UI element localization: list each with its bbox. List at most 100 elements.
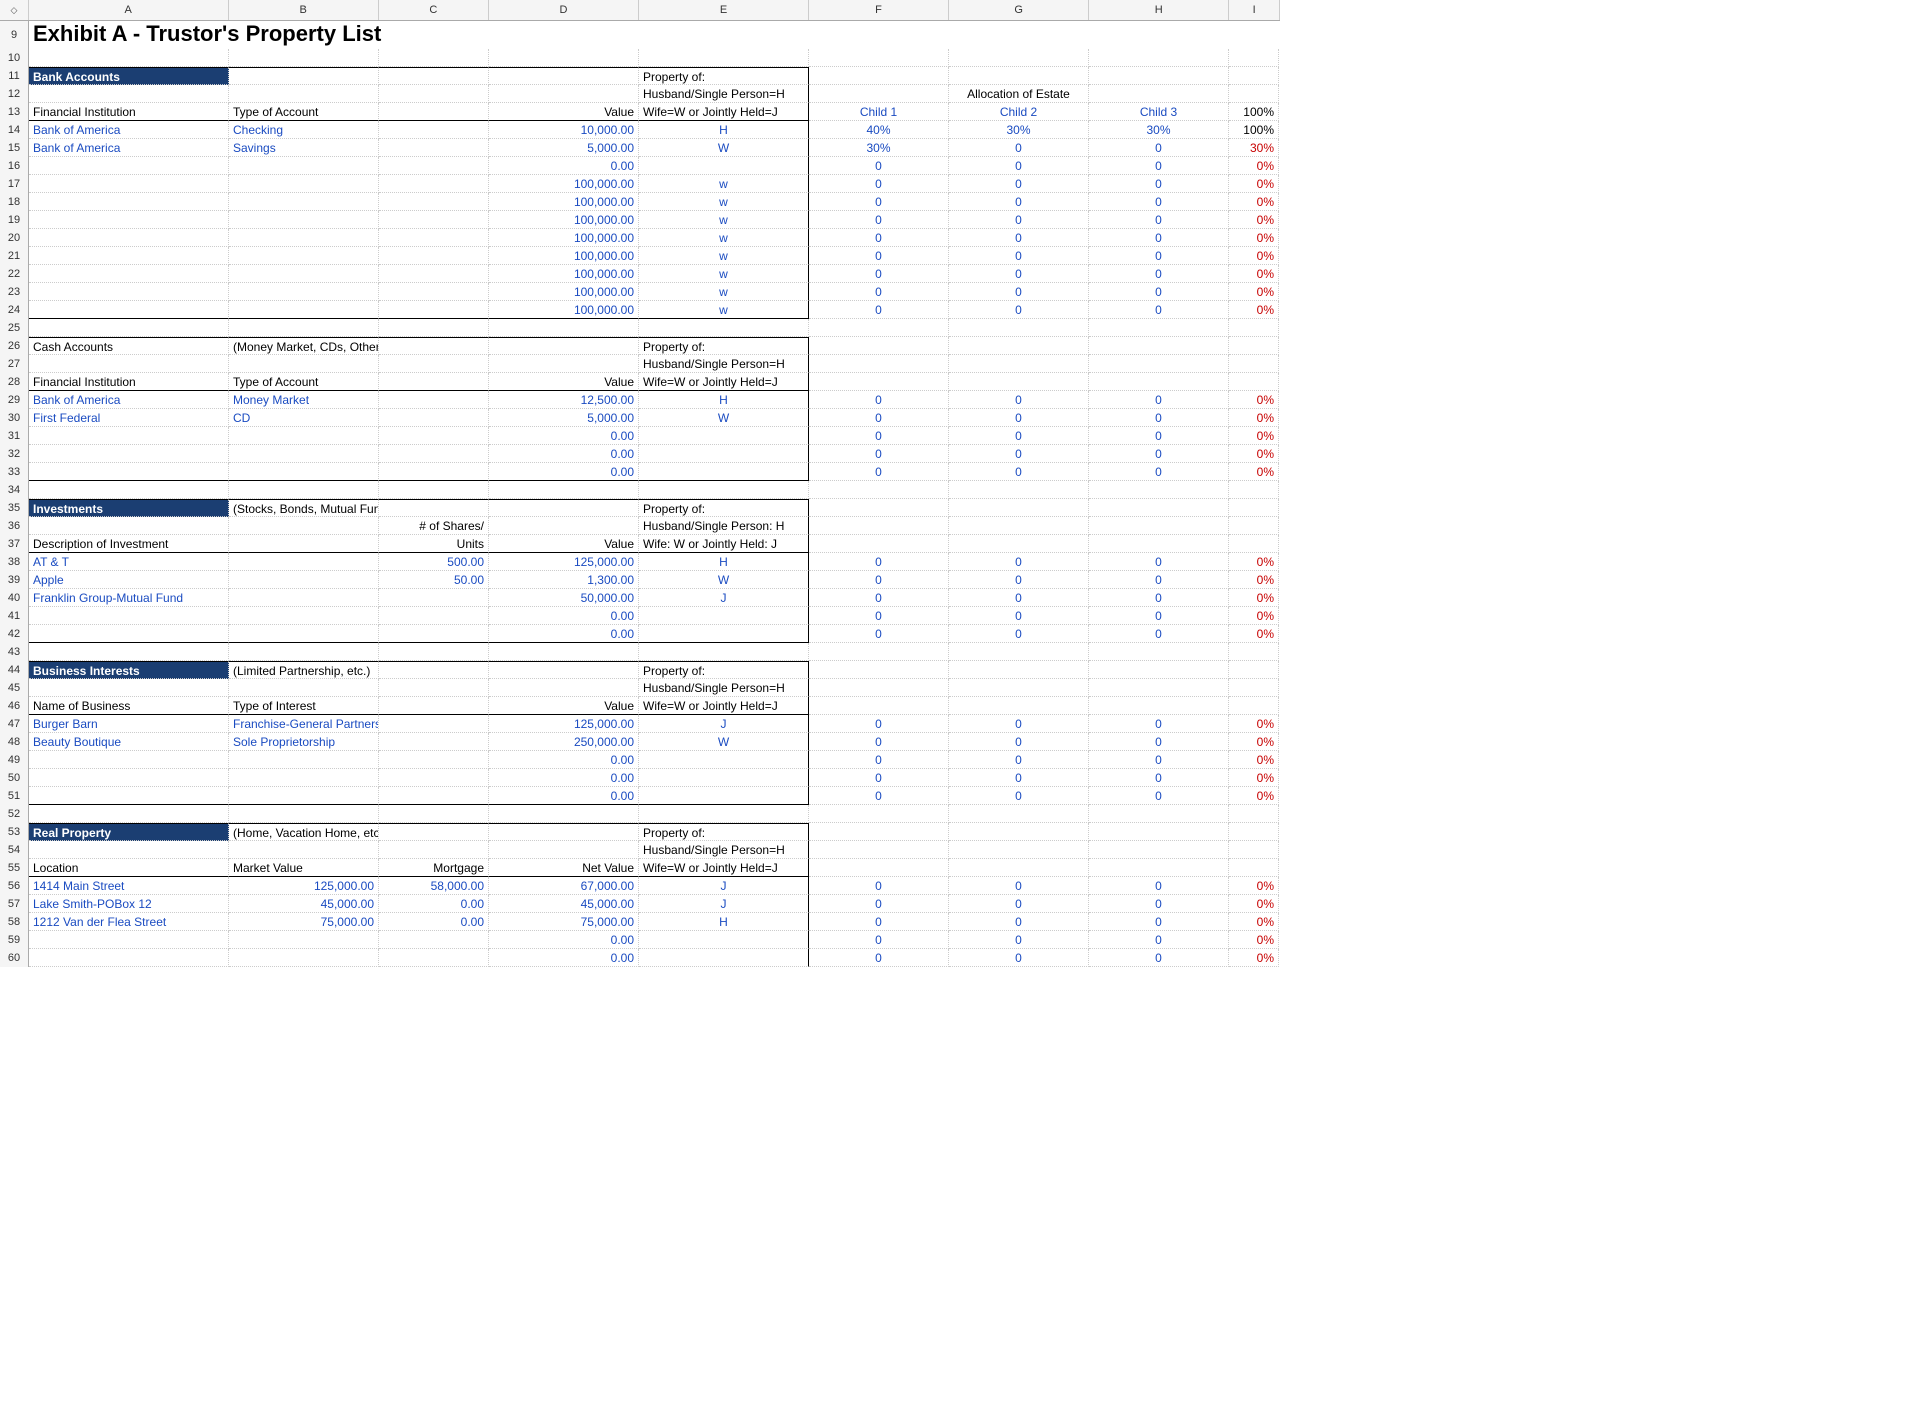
inv-child3[interactable]: 0 bbox=[1089, 589, 1229, 607]
inv-child2[interactable]: 0 bbox=[949, 571, 1089, 589]
biz-total[interactable]: 0% bbox=[1229, 787, 1279, 805]
biz-type[interactable] bbox=[229, 787, 379, 805]
real-child3[interactable]: 0 bbox=[1089, 913, 1229, 931]
row-header[interactable]: 54 bbox=[0, 841, 29, 859]
inv-total[interactable]: 0% bbox=[1229, 553, 1279, 571]
inv-shares[interactable]: 500.00 bbox=[379, 553, 489, 571]
row-header[interactable]: 11 bbox=[0, 67, 29, 85]
bank-child1[interactable]: 0 bbox=[809, 211, 949, 229]
cell[interactable] bbox=[29, 355, 229, 373]
inv-child1[interactable]: 0 bbox=[809, 589, 949, 607]
biz-property-of[interactable] bbox=[639, 787, 809, 805]
cell[interactable] bbox=[1229, 355, 1279, 373]
cell[interactable] bbox=[489, 67, 639, 85]
cell[interactable] bbox=[229, 85, 379, 103]
cell[interactable] bbox=[489, 823, 639, 841]
bank-property-of[interactable]: w bbox=[639, 247, 809, 265]
real-market[interactable]: 75,000.00 bbox=[229, 913, 379, 931]
bank-child2[interactable]: 0 bbox=[949, 211, 1089, 229]
real-property-of[interactable]: H bbox=[639, 913, 809, 931]
bank-property-of[interactable]: W bbox=[639, 139, 809, 157]
cell[interactable] bbox=[949, 337, 1089, 355]
cell[interactable] bbox=[229, 535, 379, 553]
cash-type[interactable] bbox=[229, 463, 379, 481]
cell[interactable] bbox=[809, 373, 949, 391]
cell[interactable] bbox=[809, 85, 949, 103]
cell[interactable] bbox=[1089, 805, 1229, 823]
biz-value[interactable]: 250,000.00 bbox=[489, 733, 639, 751]
cell[interactable] bbox=[29, 49, 229, 67]
cash-child1[interactable]: 0 bbox=[809, 445, 949, 463]
cash-property-of[interactable]: H bbox=[639, 391, 809, 409]
cell[interactable] bbox=[1089, 859, 1229, 877]
bank-total[interactable]: 0% bbox=[1229, 301, 1279, 319]
inv-total[interactable]: 0% bbox=[1229, 607, 1279, 625]
bank-property-of[interactable]: w bbox=[639, 265, 809, 283]
bank-type[interactable] bbox=[229, 247, 379, 265]
cell[interactable] bbox=[489, 481, 639, 499]
cell[interactable] bbox=[489, 517, 639, 535]
cell[interactable] bbox=[379, 337, 489, 355]
bank-institution[interactable] bbox=[29, 247, 229, 265]
cell[interactable] bbox=[949, 859, 1089, 877]
bank-child2[interactable]: 0 bbox=[949, 283, 1089, 301]
bank-child1[interactable]: 40% bbox=[809, 121, 949, 139]
bank-property-of[interactable]: w bbox=[639, 301, 809, 319]
bank-child1[interactable]: 0 bbox=[809, 247, 949, 265]
cell[interactable] bbox=[379, 355, 489, 373]
section-header-business[interactable]: Business Interests bbox=[29, 661, 229, 679]
cell[interactable] bbox=[229, 67, 379, 85]
bank-property-of[interactable] bbox=[639, 157, 809, 175]
cell[interactable] bbox=[1229, 481, 1279, 499]
bank-property-of[interactable]: H bbox=[639, 121, 809, 139]
inv-description[interactable]: AT & T bbox=[29, 553, 229, 571]
bank-child2[interactable]: 0 bbox=[949, 301, 1089, 319]
cell[interactable] bbox=[809, 679, 949, 697]
biz-name[interactable] bbox=[29, 787, 229, 805]
cash-value[interactable]: 5,000.00 bbox=[489, 409, 639, 427]
cell[interactable] bbox=[489, 319, 639, 337]
real-market[interactable]: 45,000.00 bbox=[229, 895, 379, 913]
row-header[interactable]: 38 bbox=[0, 553, 29, 571]
inv-shares[interactable] bbox=[379, 607, 489, 625]
row-header[interactable]: 42 bbox=[0, 625, 29, 643]
real-mortgage[interactable]: 0.00 bbox=[379, 895, 489, 913]
cash-property-of[interactable] bbox=[639, 463, 809, 481]
cash-institution[interactable] bbox=[29, 427, 229, 445]
real-net[interactable]: 75,000.00 bbox=[489, 913, 639, 931]
bank-value[interactable]: 100,000.00 bbox=[489, 211, 639, 229]
cash-child3[interactable]: 0 bbox=[1089, 445, 1229, 463]
cell[interactable] bbox=[489, 355, 639, 373]
section-header-bank[interactable]: Bank Accounts bbox=[29, 67, 229, 85]
cell[interactable] bbox=[229, 805, 379, 823]
bank-value[interactable]: 0.00 bbox=[489, 157, 639, 175]
biz-value[interactable]: 0.00 bbox=[489, 769, 639, 787]
cash-child2[interactable]: 0 bbox=[949, 427, 1089, 445]
cell[interactable] bbox=[379, 463, 489, 481]
row-header[interactable]: 55 bbox=[0, 859, 29, 877]
inv-property-of[interactable] bbox=[639, 607, 809, 625]
cell[interactable] bbox=[489, 337, 639, 355]
bank-value[interactable]: 5,000.00 bbox=[489, 139, 639, 157]
cell[interactable] bbox=[379, 157, 489, 175]
cash-property-of[interactable] bbox=[639, 427, 809, 445]
cell[interactable] bbox=[379, 193, 489, 211]
cell[interactable] bbox=[1229, 859, 1279, 877]
bank-institution[interactable] bbox=[29, 265, 229, 283]
cell[interactable] bbox=[809, 517, 949, 535]
cell[interactable] bbox=[809, 643, 949, 661]
cell[interactable] bbox=[809, 841, 949, 859]
cash-total[interactable]: 0% bbox=[1229, 445, 1279, 463]
row-header[interactable]: 19 bbox=[0, 211, 29, 229]
bank-property-of[interactable]: w bbox=[639, 193, 809, 211]
cell[interactable] bbox=[1089, 319, 1229, 337]
cell[interactable] bbox=[29, 517, 229, 535]
bank-child3[interactable]: 0 bbox=[1089, 157, 1229, 175]
cell[interactable] bbox=[949, 481, 1089, 499]
cell[interactable] bbox=[229, 517, 379, 535]
row-header[interactable]: 40 bbox=[0, 589, 29, 607]
cell[interactable] bbox=[949, 67, 1089, 85]
bank-child1[interactable]: 0 bbox=[809, 175, 949, 193]
cell[interactable] bbox=[949, 679, 1089, 697]
row-header[interactable]: 24 bbox=[0, 301, 29, 319]
